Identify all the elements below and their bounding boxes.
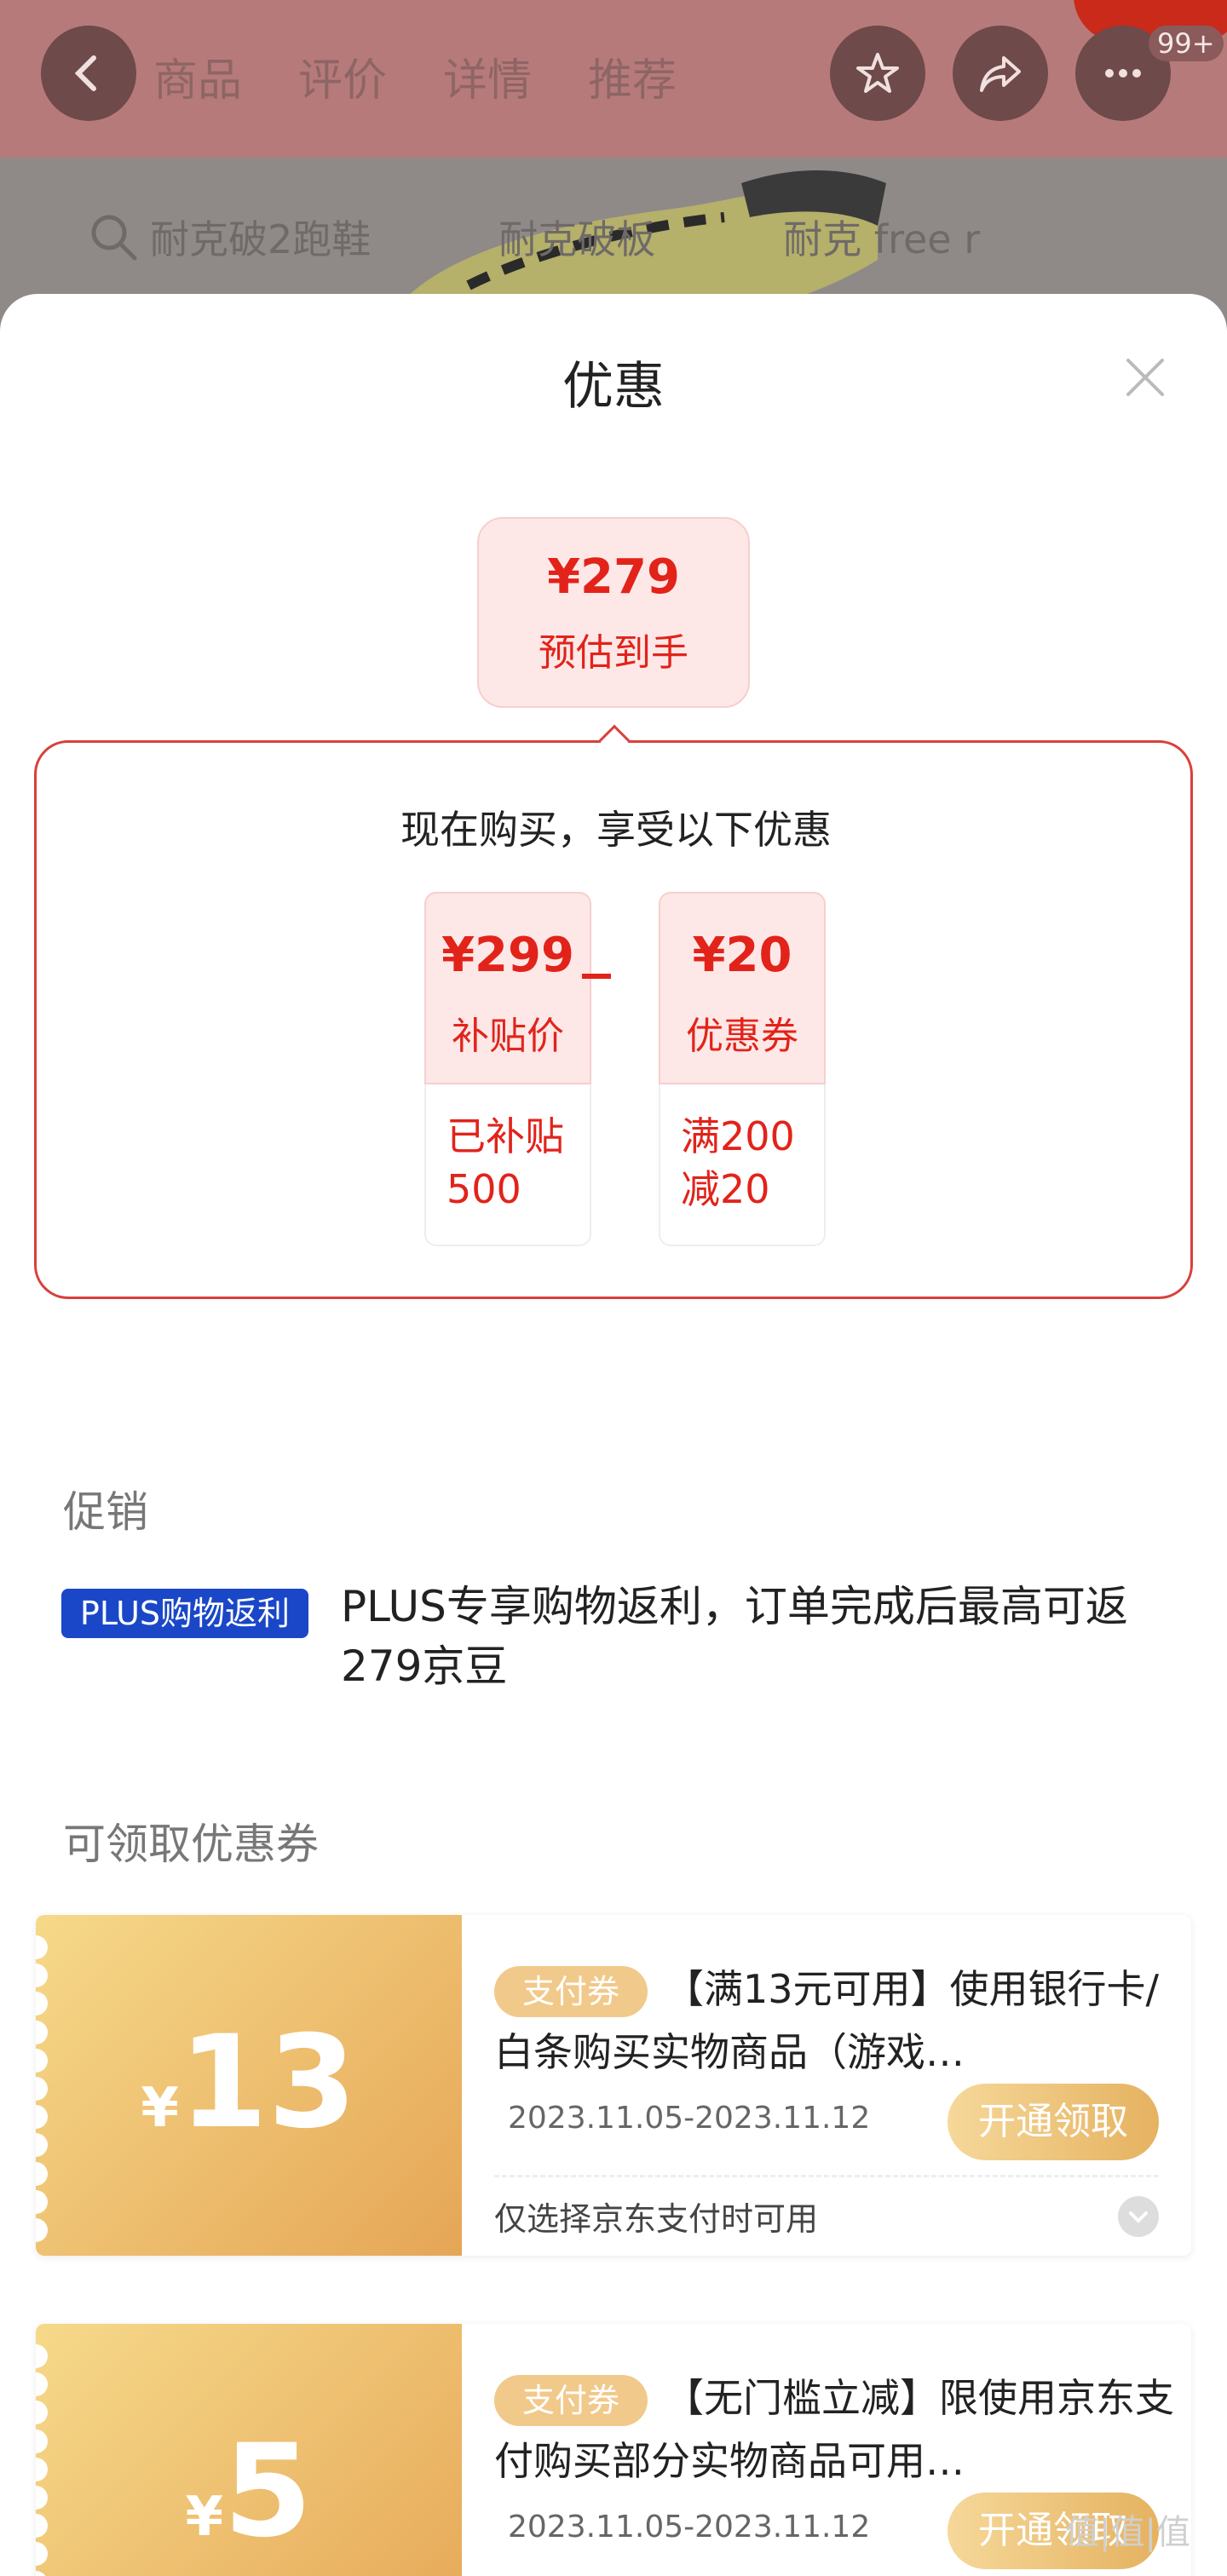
minus-sign (582, 974, 611, 979)
coupon-value: ¥20 (692, 928, 792, 983)
suggestion-item[interactable]: 耐克破板 (498, 209, 655, 265)
coupon-currency: ¥ (185, 2486, 224, 2549)
share-button[interactable] (953, 26, 1048, 121)
tab-details[interactable]: 详情 (443, 44, 532, 108)
subsidy-label: 补贴价 (452, 1015, 564, 1058)
coupon-validity: 2023.11.05-2023.11.12 (508, 2510, 871, 2544)
subsidy-detail: 已补贴 (446, 1113, 564, 1159)
coupon-reduction: 减20 (681, 1166, 770, 1212)
suggestion-item[interactable]: 耐克破2跑鞋 (85, 209, 371, 265)
more-dots-icon (1105, 69, 1141, 78)
benefit-breakdown: 现在购买，享受以下优惠 (34, 740, 1193, 1299)
star-icon (856, 53, 899, 93)
claim-button[interactable]: 开通领取 (948, 2084, 1159, 2160)
coupon-threshold: 满200 (681, 1113, 795, 1159)
coupon-item: ¥13 【满13元可用】使用银行卡/白条购买实物商品（游戏… 支付券 2023.… (36, 1915, 1191, 2256)
estimated-price-box: ¥279 预估到手 (477, 517, 750, 708)
payment-coupon-tag: 支付券 (494, 2375, 648, 2426)
suggestion-item[interactable]: 耐克 free r (783, 209, 980, 265)
benefit-title: 现在购买，享受以下优惠 (400, 807, 832, 853)
chevron-left-icon (74, 55, 96, 91)
share-icon (980, 56, 1021, 92)
coupons-heading: 可领取优惠券 (63, 1820, 319, 1869)
coupon-validity: 2023.11.05-2023.11.12 (508, 2101, 871, 2136)
subsidy-price: ¥299 (441, 928, 574, 983)
plus-badge: PLUS购物返利 (61, 1589, 308, 1638)
suggestion-row: 耐克破2跑鞋 耐克破板 耐克 free r (85, 209, 980, 265)
close-button[interactable] (1123, 355, 1167, 400)
coupon-label: 优惠券 (686, 1015, 798, 1058)
product-header: 商品 评价 详情 推荐 99+ (0, 0, 1227, 158)
coupon-amount-panel: ¥13 (36, 1915, 462, 2256)
subsidy-card: ¥299 补贴价 已补贴 500 (424, 892, 591, 1246)
chevron-down-icon (1129, 2211, 1148, 2223)
payment-coupon-tag: 支付券 (494, 1966, 648, 2017)
plus-promo-text: PLUS专享购物返利，订单完成后最高可返279京豆 (341, 1582, 1128, 1691)
sheet-title: 优惠 (562, 357, 665, 417)
tab-reviews[interactable]: 评价 (298, 44, 387, 108)
back-button[interactable] (41, 26, 136, 121)
discount-sheet: 优惠 ¥279 预估到手 现在购买，享受以下优惠 ¥299 补贴价 已补贴 50… (0, 294, 1227, 2576)
coupon-item: ¥5 【无门槛立减】限使用京东支付购买部分实物商品可用… 支付券 2023.11… (36, 2324, 1191, 2576)
close-icon (1126, 359, 1164, 396)
estimated-price-label: 预估到手 (539, 631, 688, 675)
promotion-heading: 促销 (63, 1487, 148, 1537)
tab-recommend[interactable]: 推荐 (588, 44, 677, 108)
coupon-amount: 5 (223, 2418, 313, 2566)
estimated-price: ¥279 (547, 549, 680, 605)
coupon-amount: 13 (178, 2009, 357, 2157)
expand-button[interactable] (1118, 2196, 1159, 2237)
coupon-card: ¥20 优惠券 满200 减20 (659, 892, 826, 1246)
coupon-note: 仅选择京东支付时可用 (494, 2200, 819, 2238)
message-badge: 99+ (1149, 26, 1224, 61)
favorite-button[interactable] (830, 26, 925, 121)
coupon-currency: ¥ (141, 2077, 179, 2140)
coupon-amount-panel: ¥5 (36, 2324, 462, 2576)
search-icon (91, 215, 137, 261)
divider (494, 2175, 1159, 2177)
suggestion-text: 耐克破2跑鞋 (150, 216, 372, 262)
subsidy-amount: 500 (446, 1166, 521, 1212)
product-tabs: 商品 评价 详情 推荐 (153, 44, 677, 108)
watermark: 值|值|值 (1065, 2513, 1190, 2552)
tab-goods[interactable]: 商品 (153, 44, 242, 108)
